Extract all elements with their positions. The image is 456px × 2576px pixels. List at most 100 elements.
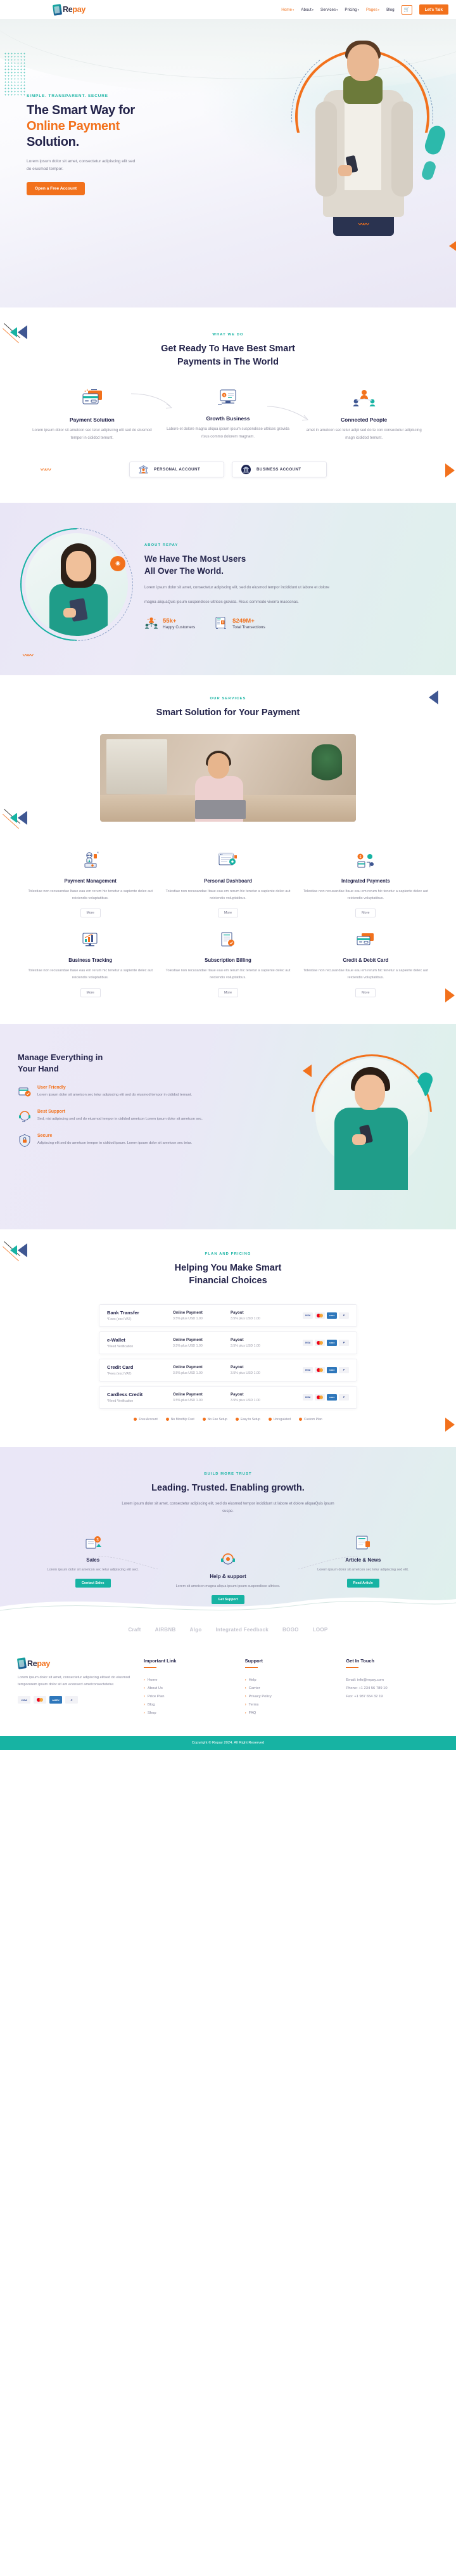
footer-link-home[interactable]: Home [144,1678,236,1682]
person-arm-right [391,101,413,197]
account-buttons-row: PERSONAL ACCOUNT BUSINESS ACCOUNT [0,461,456,477]
person-hand [338,165,352,176]
business-account-button[interactable]: BUSINESS ACCOUNT [232,461,327,477]
teal-triangle-icon [10,812,17,823]
nav-item-about[interactable]: About▾ [301,8,314,12]
plan-sub: *Need Verification [107,1399,134,1403]
stat-label: Happy Customers [163,625,196,630]
logo-mark-icon [16,1657,27,1669]
chevron-down-icon: ▾ [377,8,380,11]
orange-triangle-right-decoration-2 [445,988,455,1002]
feature-desc: Lorem ipsum dolor sit ametcon sec tetur … [37,1093,193,1097]
row-col2: Online Payment 3.5% plus USD 1.00 [173,1392,231,1402]
row-col3: Payout 3.5% plus USD 1.00 [231,1392,288,1402]
nav-item-home[interactable]: Home▾ [281,8,294,12]
service-card-credit-debit-card[interactable]: Credit & Debit Card Tolestiae non recusa… [297,922,434,999]
footer-support-column: Support Help Carrier Privacy Policy Term… [244,1658,338,1719]
service-more-button[interactable]: More [355,988,376,997]
service-card-business-tracking[interactable]: Business Tracking Tolestiae non recusand… [22,922,159,999]
pricing-note: No Monthly Cost [165,1418,194,1421]
footer-link-blog[interactable]: Blog [144,1703,236,1707]
amex-icon: AMEX [327,1394,337,1401]
about-paragraph-2: magna aliquaQuis ipsum suspendisse ultri… [144,600,299,605]
row-name-cell: e-Wallet *Need Verification [107,1337,173,1349]
personal-account-button[interactable]: PERSONAL ACCOUNT [129,461,224,477]
manage-section: Manage Everything in Your Hand User Frie [0,1023,456,1229]
woman-face [66,550,91,581]
what-we-do-cards: Payment Solution Lorem ipsum dolor sit a… [0,385,456,442]
logo-text-b: pay [37,1659,51,1668]
banner-laptop [195,800,246,820]
service-more-button[interactable]: More [80,909,101,918]
footer-link-price-plan[interactable]: Price Plan [144,1695,236,1699]
manage-person-head [355,1074,385,1110]
footer-link-about-us[interactable]: About Us [144,1686,236,1690]
business-tracking-icon [28,929,153,952]
service-more-button[interactable]: More [217,988,239,997]
contact-sales-button[interactable]: Contact Sales [75,1579,111,1588]
orange-triangle-decoration [449,240,456,252]
service-name: Integrated Payments [341,878,390,884]
open-free-account-button[interactable]: Open a Free Account [27,181,86,195]
site-header: Repay Home▾ About▾ Services▾ Pricing▾ Pa… [0,0,456,19]
manage-inner: Manage Everything in Your Hand User Frie [0,1049,456,1201]
dot-pattern-decoration [4,52,25,96]
cart-button[interactable]: 🛒 [401,4,412,15]
table-row[interactable]: Bank Transfer *Fees (excl VAT) Online Pa… [99,1304,357,1327]
trust-header: BUILD MORE TRUST Leading. Trusted. Enabl… [0,1472,456,1495]
nav-item-pages[interactable]: Pages▾ [366,8,379,12]
read-article-button[interactable]: Read Article [346,1579,379,1588]
col-header: Payout [231,1364,244,1369]
footer-support-terms[interactable]: Terms [245,1703,338,1707]
title-line2: Payments in The World [177,356,279,367]
service-card-personal-dashboard[interactable]: Personal Dashboard Tolestiae non recusan… [159,843,296,920]
logo-mark-icon [52,3,63,16]
service-card-payment-management[interactable]: Payment Management Tolestiae non recusan… [22,843,159,920]
footer-contact-fax[interactable]: Fax: +1 987 654 32 19 [346,1695,438,1699]
manage-title: Manage Everything in Your Hand [18,1052,296,1076]
payment-management-icon [28,850,153,872]
footer-contact-phone[interactable]: Phone: +1 234 56 789 10 [346,1686,438,1690]
service-card-integrated-payments[interactable]: $ Integrated Payments Tolestiae non recu… [297,843,434,920]
row-card-brands: VISA AMEX P [288,1312,349,1319]
amex-icon: AMEX [327,1339,337,1346]
footer-link-shop[interactable]: Shop [144,1711,236,1715]
feature-name: Payment Solution [69,417,115,424]
service-more-button[interactable]: More [355,909,376,918]
lets-talk-button[interactable]: Let's Talk [419,4,448,15]
footer-contact-column: Get In Touch Email: info@repay.com Phone… [346,1658,438,1719]
user-friendly-icon [18,1085,32,1099]
feature-text: Best Support Sed, nisi adipiscing sed se… [37,1110,203,1123]
secure-icon [18,1134,32,1148]
feature-card-connected-people[interactable]: Connected People amet in ametcon sec tet… [296,385,432,442]
row-col3: Payout 3.5% plus USD 1.00 [231,1311,288,1321]
nav-item-pricing[interactable]: Pricing▾ [345,8,359,12]
col-header: Online Payment [173,1364,203,1369]
col-value: 3.5% plus USD 1.00 [173,1316,203,1321]
footer-support-privacy-policy[interactable]: Privacy Policy [245,1695,338,1699]
manage-title-line2: Your Hand [18,1064,59,1074]
service-more-button[interactable]: More [80,988,101,997]
plan-sub: *Need Verification [107,1344,134,1349]
brand-logo-integrated-feedback: Integrated Feedback [215,1627,269,1633]
nav-item-services[interactable]: Services▾ [320,8,338,12]
brand-logo[interactable]: Repay [52,3,86,16]
footer-contact-email[interactable]: Email: info@repay.com [346,1678,438,1682]
plan-name: Bank Transfer [107,1309,139,1316]
svg-text:$: $ [360,855,362,859]
footer-logo[interactable]: Repay [16,1657,135,1669]
pricing-title: Helping You Make Smart Financial Choices [0,1262,456,1288]
service-more-button[interactable]: More [217,909,239,918]
table-row[interactable]: Cardless Credit *Need Verification Onlin… [99,1385,357,1409]
bank-circle-icon [241,464,251,474]
table-row[interactable]: e-Wallet *Need Verification Online Payme… [99,1331,357,1354]
service-card-subscription-billing[interactable]: Subscription Billing Tolestiae non recus… [159,922,296,999]
navy-triangle-icon [18,325,27,339]
footer-support-help[interactable]: Help [245,1678,338,1682]
nav-item-blog[interactable]: Blog [386,8,395,12]
zigzag-decoration-4: 〰〰 [23,652,34,659]
footer-support-carrier[interactable]: Carrier [245,1686,338,1690]
footer-support-faq[interactable]: FAQ [245,1711,338,1715]
person-arm-left [315,101,337,197]
table-row[interactable]: Credit Card *Fees (excl VAT) Online Paym… [99,1358,357,1382]
